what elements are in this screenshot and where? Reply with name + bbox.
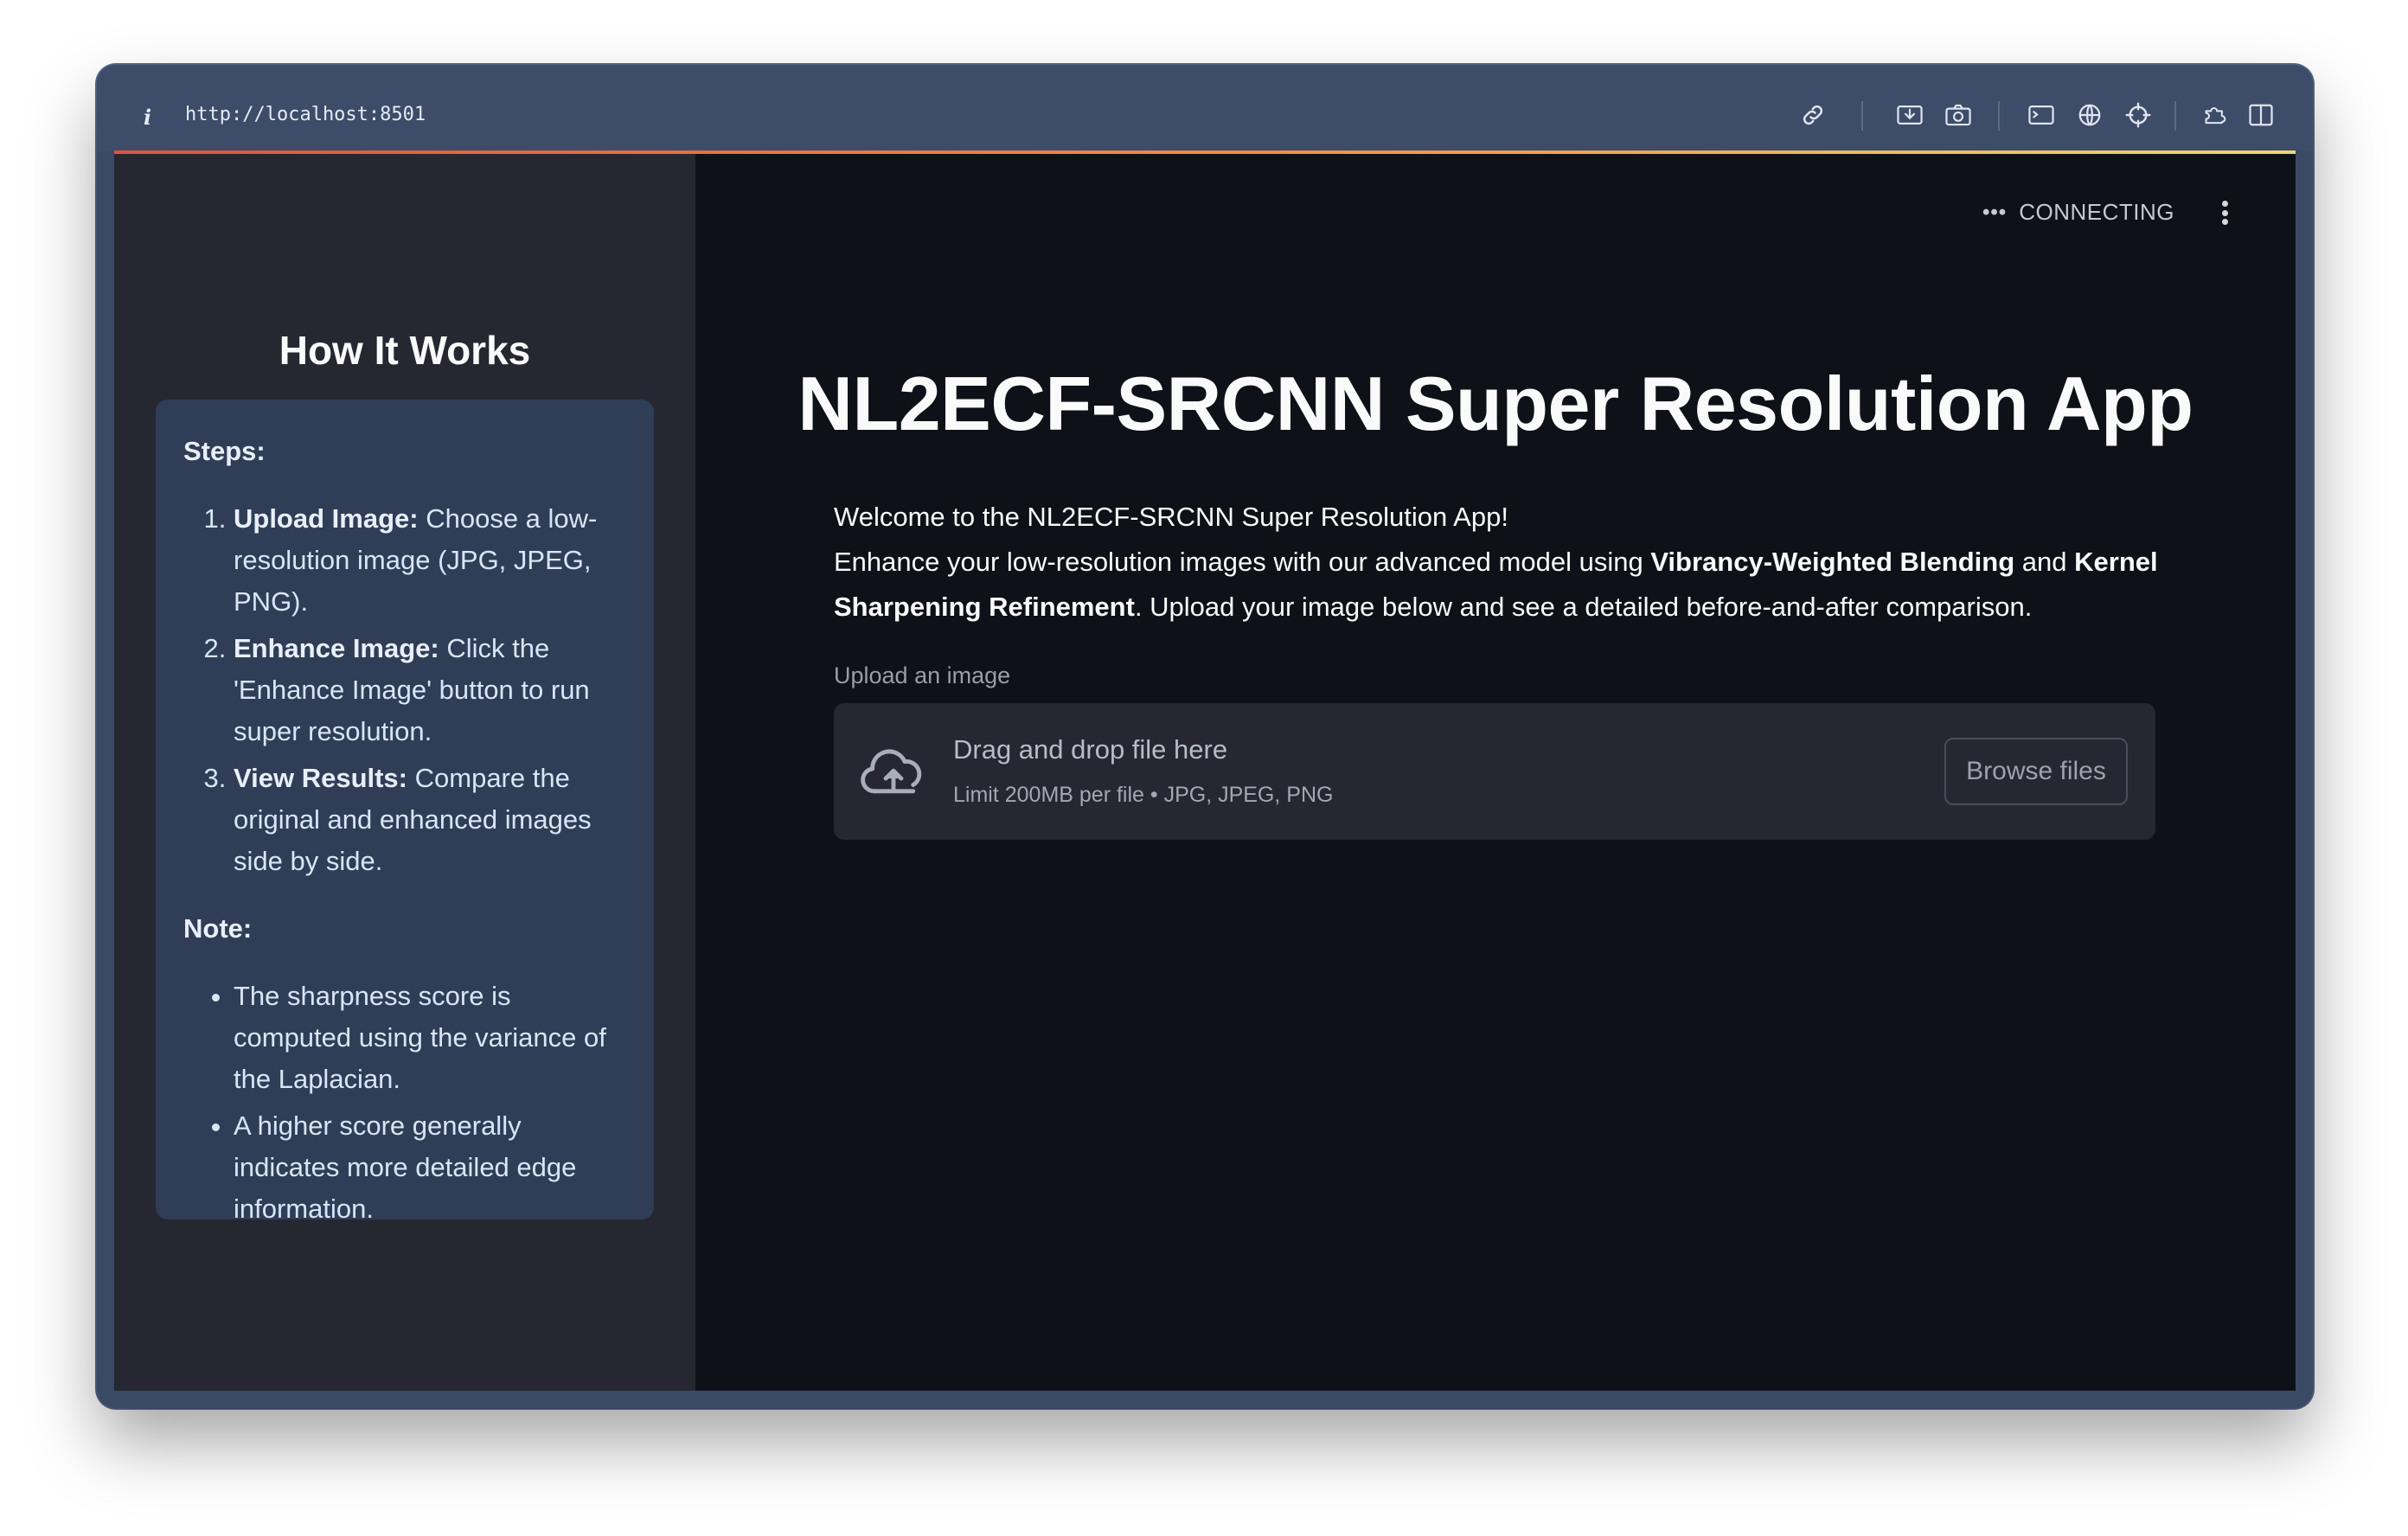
link-icon[interactable] bbox=[1799, 101, 1827, 129]
description-paragraph: Enhance your low-resolution images with … bbox=[834, 547, 2158, 622]
note-item: A higher score generally indicates more … bbox=[234, 1105, 626, 1230]
sidebar: How It Works Steps: Upload Image: Choose… bbox=[114, 154, 695, 1391]
toolbar-divider bbox=[2174, 101, 2176, 131]
step-item-enhance: Enhance Image: Click the 'Enhance Image'… bbox=[234, 628, 626, 752]
steps-label: Steps: bbox=[183, 436, 266, 466]
app-viewport: How It Works Steps: Upload Image: Choose… bbox=[114, 154, 2296, 1391]
intro-text: Welcome to the NL2ECF-SRCNN Super Resolu… bbox=[834, 495, 2183, 630]
file-dropzone[interactable]: Drag and drop file here Limit 200MB per … bbox=[834, 703, 2155, 840]
camera-icon[interactable] bbox=[1944, 101, 1972, 129]
cloud-upload-icon bbox=[861, 749, 922, 794]
browser-window: i http://localhost:8501 How It Works Ste… bbox=[97, 65, 2313, 1408]
note-label: Note: bbox=[183, 913, 253, 944]
main-menu-icon[interactable] bbox=[2216, 195, 2233, 230]
page-title: NL2ECF-SRCNN Super Resolution App bbox=[797, 361, 2193, 446]
dropzone-limit-text: Limit 200MB per file • JPG, JPEG, PNG bbox=[953, 783, 1334, 807]
welcome-line: Welcome to the NL2ECF-SRCNN Super Resolu… bbox=[834, 502, 1508, 532]
browser-toolbar: i http://localhost:8501 bbox=[97, 65, 2313, 151]
connection-status: ••• CONNECTING bbox=[1982, 199, 2174, 226]
dropzone-instruction: Drag and drop file here bbox=[953, 734, 1228, 765]
note-item: The sharpness score is computed using th… bbox=[234, 976, 626, 1100]
info-icon[interactable]: i bbox=[144, 105, 151, 130]
terminal-icon[interactable] bbox=[2027, 101, 2055, 129]
toolbar-divider bbox=[1861, 101, 1863, 131]
steps-list: Upload Image: Choose a low-resolution im… bbox=[183, 498, 626, 882]
toolbar-divider bbox=[1998, 101, 2000, 131]
browse-files-button[interactable]: Browse files bbox=[1944, 738, 2128, 805]
main-content: ••• CONNECTING NL2ECF-SRCNN Super Resolu… bbox=[695, 154, 2296, 1391]
step-item-view-results: View Results: Compare the original and e… bbox=[234, 758, 626, 882]
status-label: CONNECTING bbox=[2019, 199, 2174, 225]
notes-list: The sharpness score is computed using th… bbox=[183, 976, 626, 1230]
extension-icon[interactable] bbox=[2202, 101, 2230, 129]
step-item-upload: Upload Image: Choose a low-resolution im… bbox=[234, 498, 626, 623]
sidebar-toggle-icon[interactable] bbox=[2247, 101, 2275, 129]
globe-icon[interactable] bbox=[2076, 101, 2104, 129]
how-it-works-info-box: Steps: Upload Image: Choose a low-resolu… bbox=[156, 400, 654, 1224]
crosshair-icon[interactable] bbox=[2124, 101, 2152, 129]
status-dots-icon: ••• bbox=[1982, 200, 2008, 224]
screen-capture-icon[interactable] bbox=[1896, 101, 1924, 129]
upload-label: Upload an image bbox=[834, 662, 1011, 688]
sidebar-title: How It Works bbox=[279, 328, 531, 373]
address-bar[interactable]: http://localhost:8501 bbox=[185, 104, 426, 125]
